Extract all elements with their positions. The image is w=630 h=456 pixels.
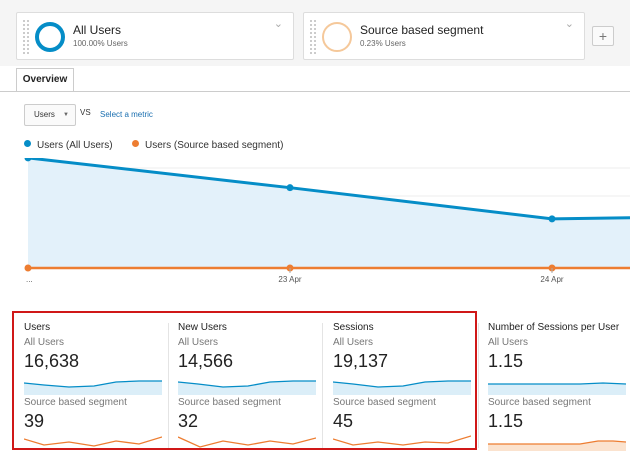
- scorecard-segment-label: Source based segment: [488, 397, 591, 408]
- segment-percent: 100.00% Users: [73, 39, 128, 48]
- x-tick-label: ...: [26, 275, 33, 284]
- tab-overview[interactable]: Overview: [16, 68, 74, 92]
- users-line-chart: 4,0002,000...23 Apr24 Apr: [24, 158, 630, 284]
- scorecard-title: Number of Sessions per User: [488, 322, 620, 333]
- sparkline-source-segment: [488, 440, 626, 451]
- series-area-all-users: [28, 158, 630, 268]
- chevron-down-icon[interactable]: ⌄: [274, 17, 283, 30]
- scorecard-value: 1.15: [488, 411, 524, 431]
- drag-handle-icon[interactable]: [310, 20, 316, 54]
- legend-label: Users (All Users): [37, 140, 113, 151]
- segment-name: All Users: [73, 23, 122, 37]
- data-point-all-users: [548, 215, 556, 223]
- scorecard-sessions-per-user[interactable]: Number of Sessions per User All Users 1.…: [488, 305, 630, 456]
- data-point-all-users: [286, 184, 294, 192]
- select-metric-link[interactable]: Select a metric: [100, 110, 153, 119]
- tab-divider: [0, 91, 630, 92]
- segment-percent: 0.23% Users: [360, 39, 406, 48]
- segment-all-users[interactable]: All Users 100.00% Users ⌄: [16, 12, 294, 60]
- segment-source-based[interactable]: Source based segment 0.23% Users ⌄: [303, 12, 585, 60]
- segment-ring-icon: [322, 22, 352, 52]
- legend-item-source-segment: Users (Source based segment): [132, 140, 283, 151]
- scorecard-segment-label: All Users: [488, 337, 529, 348]
- caret-down-icon: ▼: [63, 112, 69, 118]
- scorecard-value: 1.15: [488, 351, 524, 371]
- x-tick-label: 24 Apr: [540, 275, 563, 284]
- data-point-source-segment: [24, 264, 32, 272]
- vs-label: VS: [80, 108, 91, 117]
- legend-dot-icon: [132, 140, 139, 147]
- metric-dropdown[interactable]: Users ▼: [24, 104, 76, 126]
- x-tick-label: 23 Apr: [278, 275, 301, 284]
- segment-name: Source based segment: [360, 23, 484, 37]
- segment-bar: All Users 100.00% Users ⌄ Source based s…: [0, 0, 630, 66]
- legend-item-all-users: Users (All Users): [24, 140, 113, 151]
- legend-dot-icon: [24, 140, 31, 147]
- sparkline-all-users: [488, 382, 626, 395]
- highlight-box: [12, 311, 477, 450]
- scorecard-divider: [478, 323, 479, 448]
- chevron-down-icon[interactable]: ⌄: [565, 17, 574, 30]
- add-segment-button[interactable]: +: [592, 26, 614, 46]
- drag-handle-icon[interactable]: [23, 20, 29, 54]
- legend-label: Users (Source based segment): [145, 140, 284, 151]
- metric-dropdown-value: Users: [34, 110, 55, 119]
- segment-ring-icon: [35, 22, 65, 52]
